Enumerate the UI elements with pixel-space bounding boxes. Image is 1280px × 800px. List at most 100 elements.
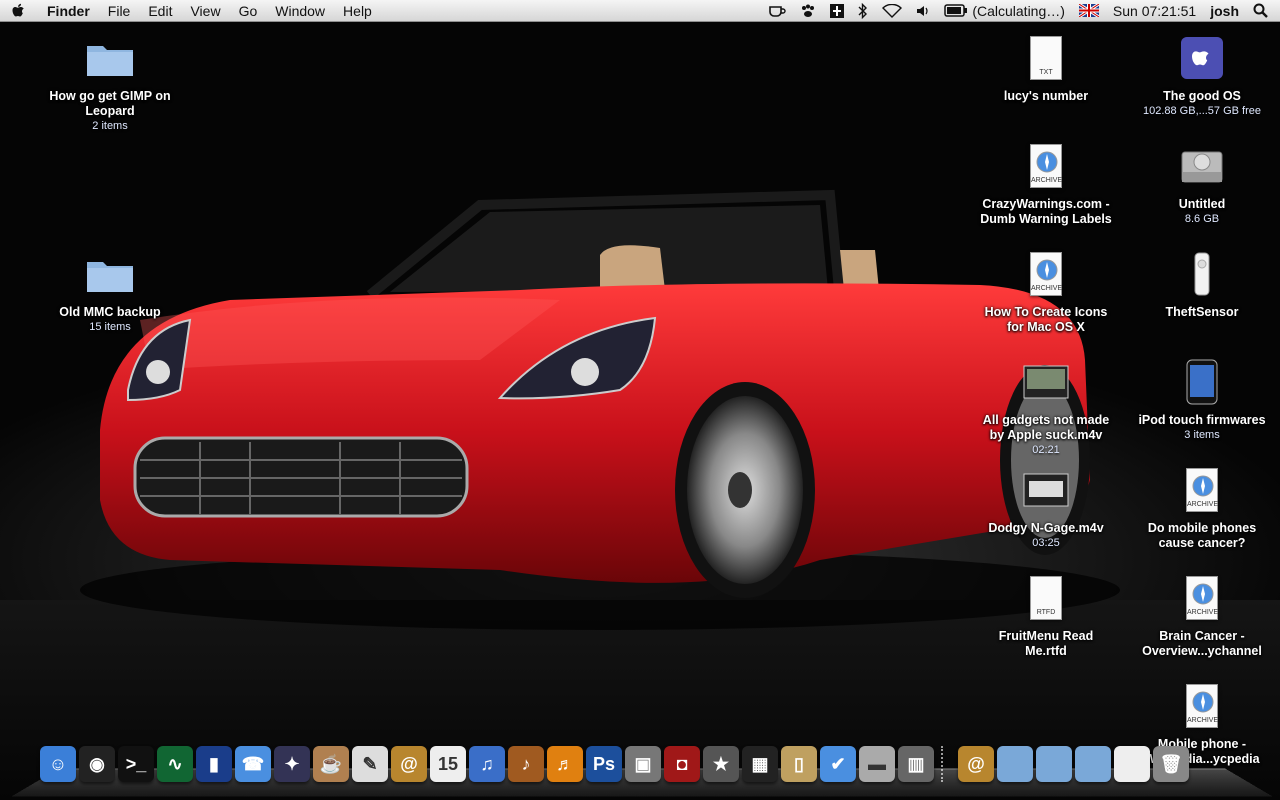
apple-menu-icon[interactable] <box>0 3 38 19</box>
desktop-item-label: Old MMC backup <box>59 305 161 319</box>
rtfd-file-icon: RTFD <box>1030 576 1062 620</box>
desktop-folder-gimp[interactable]: How go get GIMP on Leopard 2 items <box>40 30 180 133</box>
desktop-item-info: 02:21 <box>1032 444 1060 456</box>
desktop-file-crazywarnings[interactable]: ARCHIVE CrazyWarnings.com - Dumb Warning… <box>976 138 1116 227</box>
bluetooth-icon[interactable] <box>851 0 875 22</box>
desktop-video-gadgets[interactable]: All gadgets not made by Apple suck.m4v 0… <box>976 354 1116 457</box>
desktop-app-theftsensor[interactable]: TheftSensor <box>1132 246 1272 320</box>
desktop-file-brain-cancer[interactable]: ARCHIVE Brain Cancer - Overview...ychann… <box>1132 570 1272 659</box>
user-menu[interactable]: josh <box>1203 0 1246 22</box>
desktop-file-lucy[interactable]: TXT lucy's number <box>976 30 1116 104</box>
desktop-item-label: Dodgy N-Gage.m4v <box>988 521 1104 535</box>
menu-view[interactable]: View <box>181 0 229 22</box>
photo-booth-dock-icon[interactable]: ◘ <box>664 746 700 782</box>
desktop-item-label: Brain Cancer - Overview...ychannel <box>1142 629 1262 658</box>
finder-dock-icon[interactable]: ☺ <box>40 746 76 782</box>
desktop-item-label: iPod touch firmwares <box>1138 413 1266 427</box>
ichat-dock-icon[interactable]: ☎ <box>235 746 271 782</box>
battery-text: (Calculating…) <box>972 2 1065 19</box>
desktop-item-label: How To Create Icons for Mac OS X <box>984 305 1108 334</box>
photoshop-dock-icon[interactable]: Ps <box>586 746 622 782</box>
apple-drive-icon <box>1174 30 1230 86</box>
desktop-file-fruitmenu[interactable]: RTFD FruitMenu Read Me.rtfd <box>976 570 1116 659</box>
web-archive-icon: ARCHIVE <box>1030 144 1062 188</box>
folder-stack-dock-icon[interactable] <box>997 746 1033 782</box>
folder-icon <box>82 246 138 302</box>
text-file-icon: TXT <box>1030 36 1062 80</box>
dashboard-dock-icon[interactable]: ◉ <box>79 746 115 782</box>
trash-dock-icon[interactable]: 🗑 <box>1153 746 1189 782</box>
ninja-dock-icon[interactable]: ✦ <box>274 746 310 782</box>
menu-extra-icon[interactable] <box>823 0 851 22</box>
desktop-item-info: 2 items <box>92 120 128 132</box>
volume-icon[interactable] <box>909 0 937 22</box>
coffee-cup-icon[interactable] <box>761 0 793 22</box>
file-stack-dock-icon[interactable] <box>1114 746 1150 782</box>
menu-help[interactable]: Help <box>334 0 381 22</box>
activity-monitor-dock-icon[interactable]: ∿ <box>157 746 193 782</box>
audacity-dock-icon[interactable]: ♬ <box>547 746 583 782</box>
preview-dock-icon[interactable]: ▯ <box>781 746 817 782</box>
menu-edit[interactable]: Edit <box>139 0 181 22</box>
hard-drive-icon <box>1174 138 1230 194</box>
desktop-item-info: 8.6 GB <box>1184 213 1220 225</box>
garageband-dock-icon[interactable]: ♪ <box>508 746 544 782</box>
dock: ☺ ◉ >_ ∿ ▮ ☎ ✦ ☕ ✎ @15 ♫ ♪ ♬ Ps ▣ ◘ ★ ▦ ▯ ✔ ▬ ▥ @ 🗑 <box>11 744 1273 800</box>
terminal-dock-icon[interactable]: >_ <box>118 746 154 782</box>
web-archive-icon: ARCHIVE <box>1186 468 1218 512</box>
equalizer-dock-icon[interactable]: ▥ <box>898 746 934 782</box>
web-archive-icon: ARCHIVE <box>1186 576 1218 620</box>
desktop-item-label: How go get GIMP on Leopard <box>49 89 171 118</box>
web-archive-icon: ARCHIVE <box>1030 252 1062 296</box>
web-archive-icon: ARCHIVE <box>1186 684 1218 728</box>
documents-stack-dock-icon[interactable] <box>1075 746 1111 782</box>
desktop-file-mobile-cancer[interactable]: ARCHIVE Do mobile phones cause cancer? <box>1132 462 1272 551</box>
battery-icon <box>944 4 968 17</box>
textedit-dock-icon[interactable]: ✎ <box>352 746 388 782</box>
imovie-dock-icon[interactable]: ★ <box>703 746 739 782</box>
menu-app-name[interactable]: Finder <box>38 0 99 22</box>
desktop-item-label: All gadgets not made by Apple suck.m4v <box>982 413 1110 442</box>
desktop-item-label: TheftSensor <box>1165 305 1239 319</box>
spotlight-icon[interactable] <box>1246 0 1280 22</box>
video-thumbnail-icon <box>1018 354 1074 410</box>
battery-status[interactable]: (Calculating…) <box>937 0 1072 22</box>
clock[interactable]: Sun 07:21:51 <box>1106 0 1203 22</box>
uk-flag-icon[interactable] <box>1072 0 1106 22</box>
downloads-stack-dock-icon[interactable] <box>1036 746 1072 782</box>
menu-window[interactable]: Window <box>266 0 334 22</box>
clapper-dock-icon[interactable]: ▦ <box>742 746 778 782</box>
desktop-item-info: 15 items <box>89 321 131 333</box>
video-thumbnail-icon <box>1018 462 1074 518</box>
drive-dock-icon[interactable]: ▬ <box>859 746 895 782</box>
paw-icon[interactable] <box>793 0 823 22</box>
itunes-dock-icon[interactable]: ♫ <box>469 746 505 782</box>
ipod-touch-icon <box>1174 354 1230 410</box>
coffee-dock-icon[interactable]: ☕ <box>313 746 349 782</box>
desktop-item-info: 102.88 GB,...57 GB free <box>1142 105 1261 117</box>
menubar: Finder File Edit View Go Window Help (Ca… <box>0 0 1280 22</box>
menu-file[interactable]: File <box>99 0 140 22</box>
desktop-file-create-icons[interactable]: ARCHIVE How To Create Icons for Mac OS X <box>976 246 1116 335</box>
iphoto-dock-icon[interactable]: ▣ <box>625 746 661 782</box>
wifi-icon[interactable] <box>875 0 909 22</box>
desktop-item-info: 3 items <box>1184 429 1220 441</box>
desktop-item-label: Do mobile phones cause cancer? <box>1147 521 1257 550</box>
remote-icon <box>1174 246 1230 302</box>
desktop-volume-untitled[interactable]: Untitled 8.6 GB <box>1132 138 1272 226</box>
desktop-folder-ipod[interactable]: iPod touch firmwares 3 items <box>1132 354 1272 442</box>
system-prefs-dock-icon[interactable]: ✔ <box>820 746 856 782</box>
desktop-item-label: lucy's number <box>1003 89 1089 103</box>
address-book-dock-icon[interactable]: @ <box>391 746 427 782</box>
menu-go[interactable]: Go <box>230 0 267 22</box>
tardis-dock-icon[interactable]: ▮ <box>196 746 232 782</box>
desktop-item-label: The good OS <box>1163 89 1241 103</box>
address-stack-dock-icon[interactable]: @ <box>958 746 994 782</box>
folder-icon <box>82 30 138 86</box>
desktop-folder-mmc[interactable]: Old MMC backup 15 items <box>40 246 180 334</box>
desktop-volume-good-os[interactable]: The good OS 102.88 GB,...57 GB free <box>1132 30 1272 118</box>
desktop-item-label: Untitled <box>1178 197 1226 211</box>
dock-items: ☺ ◉ >_ ∿ ▮ ☎ ✦ ☕ ✎ @15 ♫ ♪ ♬ Ps ▣ ◘ ★ ▦ ▯ ✔ ▬ ▥ @ 🗑 <box>40 746 1189 782</box>
desktop-video-ngage[interactable]: Dodgy N-Gage.m4v 03:25 <box>976 462 1116 550</box>
ical-dock-icon[interactable]: 15 <box>430 746 466 782</box>
